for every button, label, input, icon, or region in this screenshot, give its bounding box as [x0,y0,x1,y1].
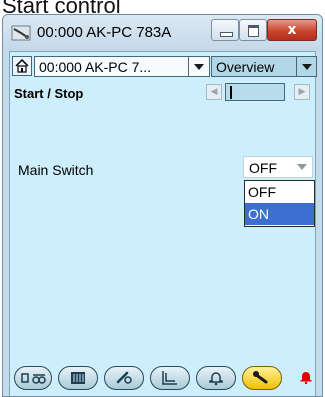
arrow-right-icon: ▶ [298,87,306,97]
io-tab[interactable] [58,366,98,390]
parameters-icon [116,371,132,384]
status-tab[interactable] [14,366,52,390]
app-icon [11,25,31,41]
app-window: 00:000 AK-PC 783A x 00:000 AK-PC 7... Ov… [2,14,323,397]
chevron-down-icon [302,64,312,70]
status-icon [21,373,46,384]
alarm-bell-icon [209,372,223,386]
text-cursor [230,86,232,99]
main-switch-label: Main Switch [18,162,94,178]
device-dropdown-value: 00:000 AK-PC 7... [39,59,152,75]
chevron-down-icon [194,64,204,70]
wrench-icon [253,371,268,384]
bottom-icon-bar [10,364,315,396]
title-bar[interactable]: 00:000 AK-PC 783A x [3,15,322,51]
view-dropdown[interactable]: Overview [211,56,317,77]
service-tab[interactable] [242,366,282,390]
page-title: Start / Stop [14,86,84,101]
home-icon [15,59,29,73]
window-title: 00:000 AK-PC 783A [37,24,172,41]
close-icon: x [287,22,297,38]
previous-page-button[interactable]: ◀ [206,84,222,100]
minimize-icon [220,32,233,37]
device-dropdown[interactable]: 00:000 AK-PC 7... [34,56,210,77]
option-off[interactable]: OFF [245,181,314,203]
maximize-button[interactable] [239,19,267,41]
device-dropdown-arrow[interactable] [188,57,209,76]
minimize-button[interactable] [211,19,239,41]
io-icon [71,372,85,384]
parameters-tab[interactable] [104,366,144,390]
main-switch-options: OFF ON [244,180,315,227]
alarm-indicator-icon[interactable] [300,370,312,384]
graph-tab[interactable] [150,366,190,390]
view-dropdown-value: Overview [216,59,275,75]
alarms-tab[interactable] [196,366,236,390]
main-switch-arrow[interactable] [292,157,312,177]
main-switch-value: OFF [249,160,277,176]
arrow-left-icon: ◀ [210,87,218,97]
next-page-button[interactable]: ▶ [294,84,310,100]
page-index-field[interactable] [225,83,285,101]
close-button[interactable]: x [267,19,317,41]
option-on[interactable]: ON [245,203,314,225]
client-area: 00:000 AK-PC 7... Overview Start / Stop … [9,51,317,396]
home-button[interactable] [12,56,32,76]
view-dropdown-arrow[interactable] [296,57,316,76]
maximize-icon [248,25,259,37]
graph-icon [162,371,177,385]
main-switch-select[interactable]: OFF [243,156,313,178]
chevron-down-icon [297,164,307,170]
